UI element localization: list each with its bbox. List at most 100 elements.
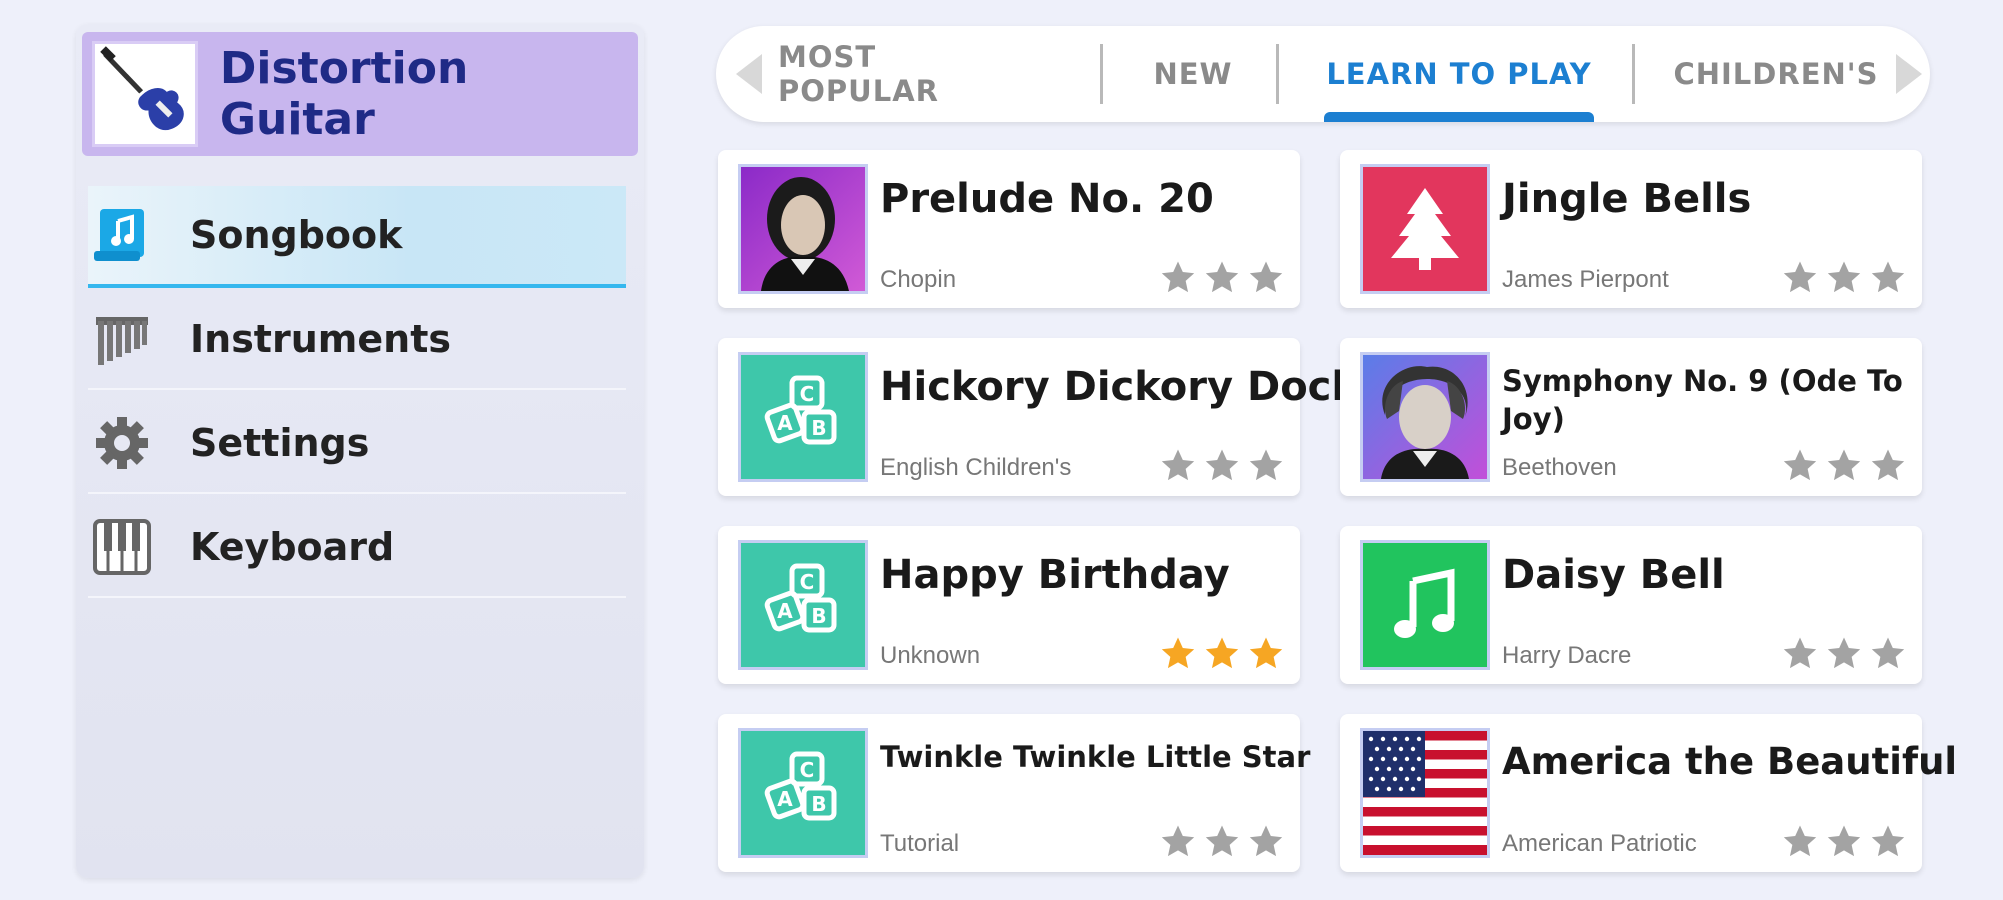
song-title: America the Beautiful <box>1502 740 1958 783</box>
star-icon <box>1871 449 1905 481</box>
star-rating <box>1782 636 1906 672</box>
category-tab-bar: MOST POPULAR NEW LEARN TO PLAY CHILDREN'… <box>716 26 1930 122</box>
star-rating <box>1160 824 1284 860</box>
song-artist: English Children's <box>880 454 1072 481</box>
star-icon <box>1783 825 1817 857</box>
song-title: Happy Birthday <box>880 552 1230 598</box>
star-icon <box>1249 449 1283 481</box>
star-rating <box>1782 824 1906 860</box>
svg-text:C: C <box>800 382 815 406</box>
song-artist: Chopin <box>880 266 957 293</box>
tab-most-popular[interactable]: MOST POPULAR <box>778 26 1024 122</box>
star-icon <box>1783 449 1817 481</box>
song-card-america-the-beautiful[interactable]: America the Beautiful American Patriotic <box>1340 714 1958 872</box>
sidebar: Distortion Guitar Songbook Instruments S… <box>76 24 644 878</box>
song-title: Symphony No. 9 (Ode To Joy) <box>1502 364 1903 436</box>
guitar-icon <box>92 41 198 147</box>
song-card-hickory-dickory-dock[interactable]: C A B Hickory Dickory Dock English Child… <box>718 338 1358 496</box>
star-icon <box>1783 637 1817 669</box>
abc-blocks-icon: C A B <box>738 352 868 482</box>
sidebar-item-label: Keyboard <box>190 525 395 569</box>
tab-new[interactable]: NEW <box>1118 26 1268 122</box>
sidebar-item-songbook[interactable]: Songbook <box>88 186 626 288</box>
star-icon <box>1871 825 1905 857</box>
star-icon <box>1205 261 1239 293</box>
abc-blocks-icon: C A B <box>738 540 868 670</box>
star-rating <box>1782 260 1906 296</box>
star-rating <box>1782 448 1906 484</box>
current-instrument[interactable]: Distortion Guitar <box>82 32 638 156</box>
active-tab-indicator <box>1324 112 1594 122</box>
song-title: Hickory Dickory Dock <box>880 364 1358 410</box>
svg-text:A: A <box>777 599 793 623</box>
song-artist: Unknown <box>880 642 981 669</box>
song-card-happy-birthday[interactable]: C A B Happy Birthday Unknown <box>718 526 1300 684</box>
star-rating <box>1160 448 1284 484</box>
music-note-icon <box>1360 540 1490 670</box>
tab-childrens[interactable]: CHILDREN'S <box>1673 26 1877 122</box>
svg-text:B: B <box>811 604 826 628</box>
star-icon <box>1871 261 1905 293</box>
sidebar-item-label: Songbook <box>190 213 403 257</box>
tab-divider <box>1632 44 1635 104</box>
tab-learn-to-play[interactable]: LEARN TO PLAY <box>1324 26 1594 122</box>
sidebar-item-instruments[interactable]: Instruments <box>88 290 626 390</box>
sidebar-item-label: Settings <box>190 421 370 465</box>
star-rating <box>1160 636 1284 672</box>
songbook-icon <box>92 205 152 265</box>
beethoven-portrait <box>1360 352 1490 482</box>
star-icon <box>1205 449 1239 481</box>
star-icon <box>1161 825 1195 857</box>
star-icon <box>1783 261 1817 293</box>
scroll-right-arrow-icon[interactable] <box>1888 52 1928 96</box>
song-title: Twinkle Twinkle Little Star <box>880 740 1311 774</box>
sidebar-item-label: Instruments <box>190 317 451 361</box>
song-title: Prelude No. 20 <box>880 176 1214 222</box>
song-artist: American Patriotic <box>1502 830 1697 857</box>
song-card-jingle-bells[interactable]: Jingle Bells James Pierpont <box>1340 150 1922 308</box>
song-title: Daisy Bell <box>1502 552 1725 598</box>
instrument-title: Distortion Guitar <box>219 43 469 145</box>
song-card-twinkle-twinkle[interactable]: C A B Twinkle Twinkle Little Star Tutori… <box>718 714 1311 872</box>
song-card-prelude-no-20[interactable]: Prelude No. 20 Chopin <box>718 150 1300 308</box>
sidebar-item-keyboard[interactable]: Keyboard <box>88 498 626 598</box>
star-icon <box>1249 261 1283 293</box>
song-artist: Beethoven <box>1502 454 1617 481</box>
svg-text:A: A <box>777 411 793 435</box>
star-icon <box>1205 825 1239 857</box>
star-icon <box>1827 261 1861 293</box>
pan-flute-icon <box>92 309 152 369</box>
scroll-left-arrow-icon[interactable] <box>730 52 770 96</box>
song-artist: James Pierpont <box>1502 266 1669 293</box>
star-icon <box>1827 637 1861 669</box>
us-flag-icon <box>1360 728 1490 858</box>
star-icon <box>1871 637 1905 669</box>
star-icon <box>1161 261 1195 293</box>
chopin-portrait <box>738 164 868 294</box>
song-artist: Tutorial <box>880 830 960 857</box>
song-title: Jingle Bells <box>1502 176 1752 222</box>
svg-text:B: B <box>811 792 826 816</box>
christmas-tree-icon <box>1360 164 1490 294</box>
star-earned-icon <box>1205 637 1239 669</box>
tab-divider <box>1276 44 1279 104</box>
sidebar-item-settings[interactable]: Settings <box>88 394 626 494</box>
svg-text:A: A <box>777 787 793 811</box>
gear-icon <box>92 413 152 473</box>
star-icon <box>1827 449 1861 481</box>
star-icon <box>1827 825 1861 857</box>
abc-blocks-icon: C A B <box>738 728 868 858</box>
star-earned-icon <box>1161 637 1195 669</box>
svg-text:C: C <box>800 570 815 594</box>
song-card-symphony-no-9[interactable]: Symphony No. 9 (Ode To Joy) Beethoven <box>1340 338 1922 496</box>
star-icon <box>1249 825 1283 857</box>
star-earned-icon <box>1249 637 1283 669</box>
svg-text:B: B <box>811 416 826 440</box>
tab-label: LEARN TO PLAY <box>1326 57 1592 91</box>
star-rating <box>1160 260 1284 296</box>
song-card-daisy-bell[interactable]: Daisy Bell Harry Dacre <box>1340 526 1922 684</box>
svg-text:C: C <box>800 758 815 782</box>
song-artist: Harry Dacre <box>1502 642 1632 669</box>
star-icon <box>1161 449 1195 481</box>
tab-divider <box>1100 44 1103 104</box>
